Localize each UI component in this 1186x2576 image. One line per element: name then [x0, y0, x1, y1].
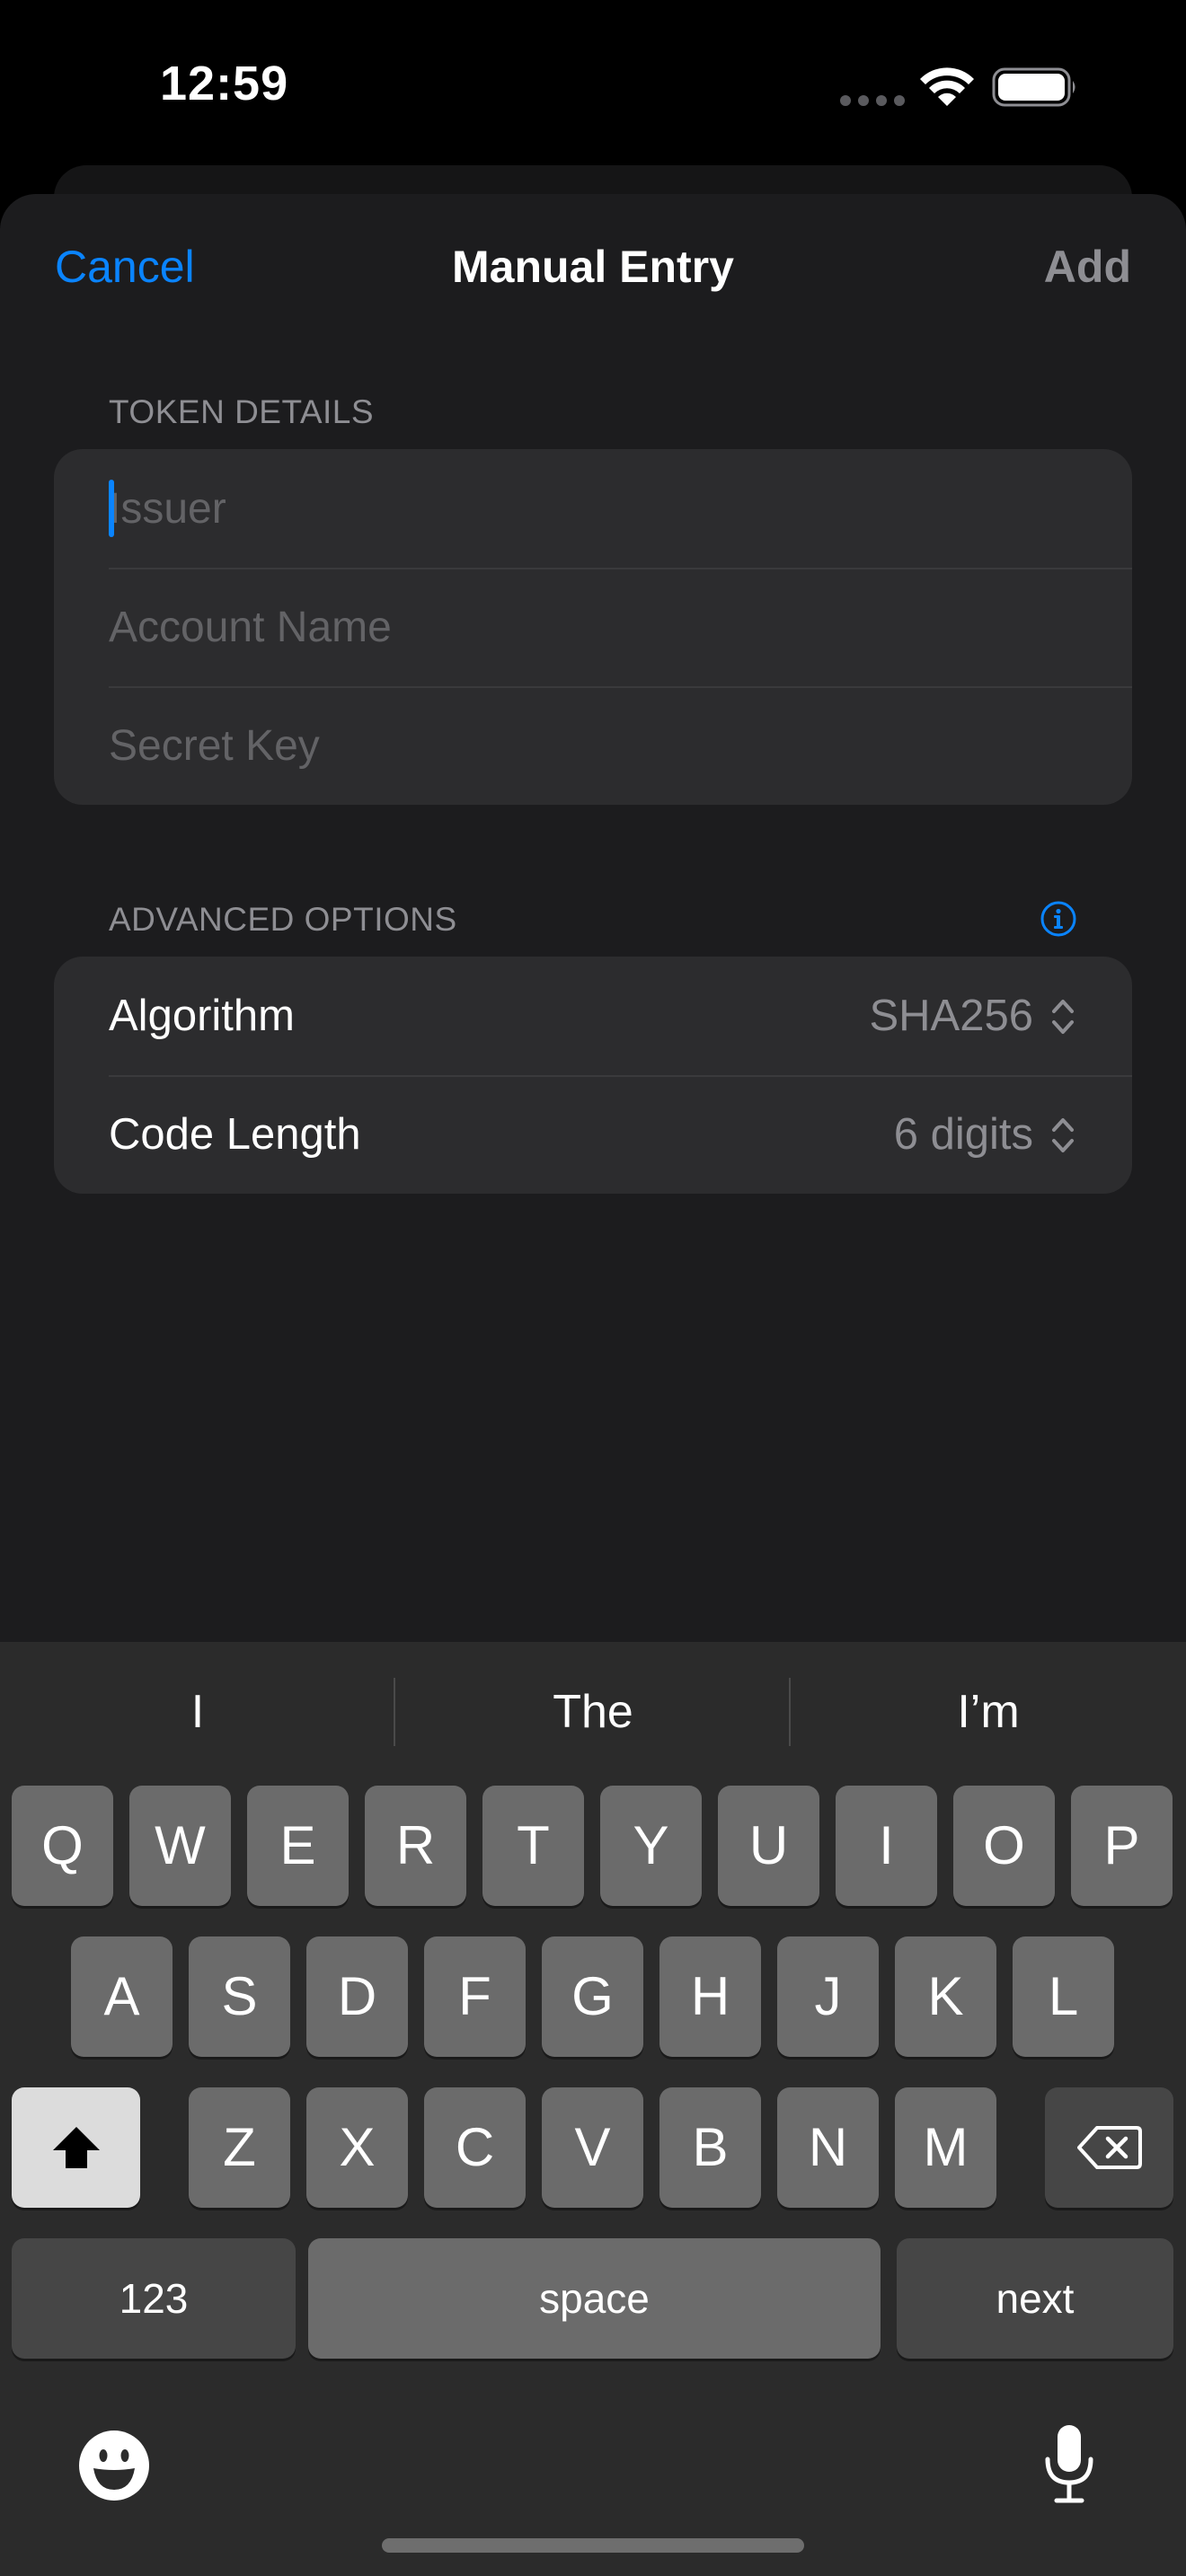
- key-q[interactable]: Q: [12, 1786, 113, 1906]
- backspace-icon: [1076, 2126, 1142, 2169]
- suggestion-item[interactable]: I: [0, 1642, 395, 1782]
- key-g[interactable]: G: [542, 1936, 643, 2057]
- add-button[interactable]: Add: [1044, 241, 1131, 293]
- key-r[interactable]: R: [365, 1786, 466, 1906]
- key-i[interactable]: I: [836, 1786, 937, 1906]
- key-s[interactable]: S: [189, 1936, 290, 2057]
- battery-icon: [992, 67, 1075, 107]
- key-w[interactable]: W: [129, 1786, 231, 1906]
- account-name-row: [54, 568, 1132, 686]
- key-x[interactable]: X: [306, 2087, 408, 2208]
- token-details-group: [54, 449, 1132, 805]
- key-d[interactable]: D: [306, 1936, 408, 2057]
- key-e[interactable]: E: [247, 1786, 349, 1906]
- home-indicator: [382, 2538, 804, 2553]
- key-c[interactable]: C: [424, 2087, 526, 2208]
- chevron-up-down-icon: [1052, 1118, 1074, 1152]
- key-u[interactable]: U: [718, 1786, 819, 1906]
- algorithm-label: Algorithm: [109, 992, 295, 1040]
- code-length-label: Code Length: [109, 1110, 361, 1159]
- key-f[interactable]: F: [424, 1936, 526, 2057]
- code-length-value[interactable]: 6 digits: [894, 1075, 1033, 1194]
- shift-key[interactable]: [12, 2087, 140, 2208]
- chevron-up-down-icon: [1052, 1000, 1074, 1034]
- status-time: 12:59: [160, 57, 289, 110]
- keyboard: I The I’m Q W E R T Y U I O P A S D F G …: [0, 1642, 1186, 2576]
- key-l[interactable]: L: [1013, 1936, 1114, 2057]
- suggestion-bar: I The I’m: [0, 1642, 1186, 1782]
- cellular-signal-icon: [840, 95, 905, 106]
- suggestion-item[interactable]: I’m: [791, 1642, 1186, 1782]
- suggestion-item[interactable]: The: [395, 1642, 791, 1782]
- shift-icon: [52, 2127, 100, 2168]
- key-a[interactable]: A: [71, 1936, 173, 2057]
- secret-key-field[interactable]: [109, 686, 1096, 805]
- key-k[interactable]: K: [895, 1936, 996, 2057]
- advanced-options-group: Algorithm SHA256 Code Length 6 digits: [54, 957, 1132, 1194]
- space-key[interactable]: space: [308, 2238, 881, 2359]
- numbers-key[interactable]: 123: [12, 2238, 296, 2359]
- key-p[interactable]: P: [1071, 1786, 1173, 1906]
- delete-key[interactable]: [1045, 2087, 1173, 2208]
- key-o[interactable]: O: [953, 1786, 1055, 1906]
- key-m[interactable]: M: [895, 2087, 996, 2208]
- issuer-row: [54, 449, 1132, 568]
- text-cursor: [109, 480, 114, 537]
- algorithm-row[interactable]: Algorithm SHA256: [54, 957, 1132, 1075]
- microphone-icon[interactable]: [1042, 2423, 1096, 2504]
- status-bar: 12:59: [0, 0, 1186, 162]
- token-details-header: TOKEN DETAILS: [109, 393, 375, 430]
- algorithm-value[interactable]: SHA256: [869, 957, 1033, 1075]
- key-n[interactable]: N: [777, 2087, 879, 2208]
- key-b[interactable]: B: [659, 2087, 761, 2208]
- key-h[interactable]: H: [659, 1936, 761, 2057]
- key-j[interactable]: J: [777, 1936, 879, 2057]
- key-v[interactable]: V: [542, 2087, 643, 2208]
- issuer-field[interactable]: [109, 449, 1096, 568]
- advanced-options-header: ADVANCED OPTIONS: [109, 901, 457, 938]
- key-t[interactable]: T: [482, 1786, 584, 1906]
- key-y[interactable]: Y: [600, 1786, 702, 1906]
- key-z[interactable]: Z: [189, 2087, 290, 2208]
- wifi-icon: [920, 67, 974, 106]
- info-icon[interactable]: [1040, 900, 1077, 938]
- account-name-field[interactable]: [109, 568, 1096, 686]
- next-key[interactable]: next: [897, 2238, 1173, 2359]
- code-length-row[interactable]: Code Length 6 digits: [54, 1075, 1132, 1194]
- secret-key-row: [54, 686, 1132, 805]
- cancel-button[interactable]: Cancel: [55, 241, 195, 293]
- emoji-icon[interactable]: [77, 2429, 151, 2502]
